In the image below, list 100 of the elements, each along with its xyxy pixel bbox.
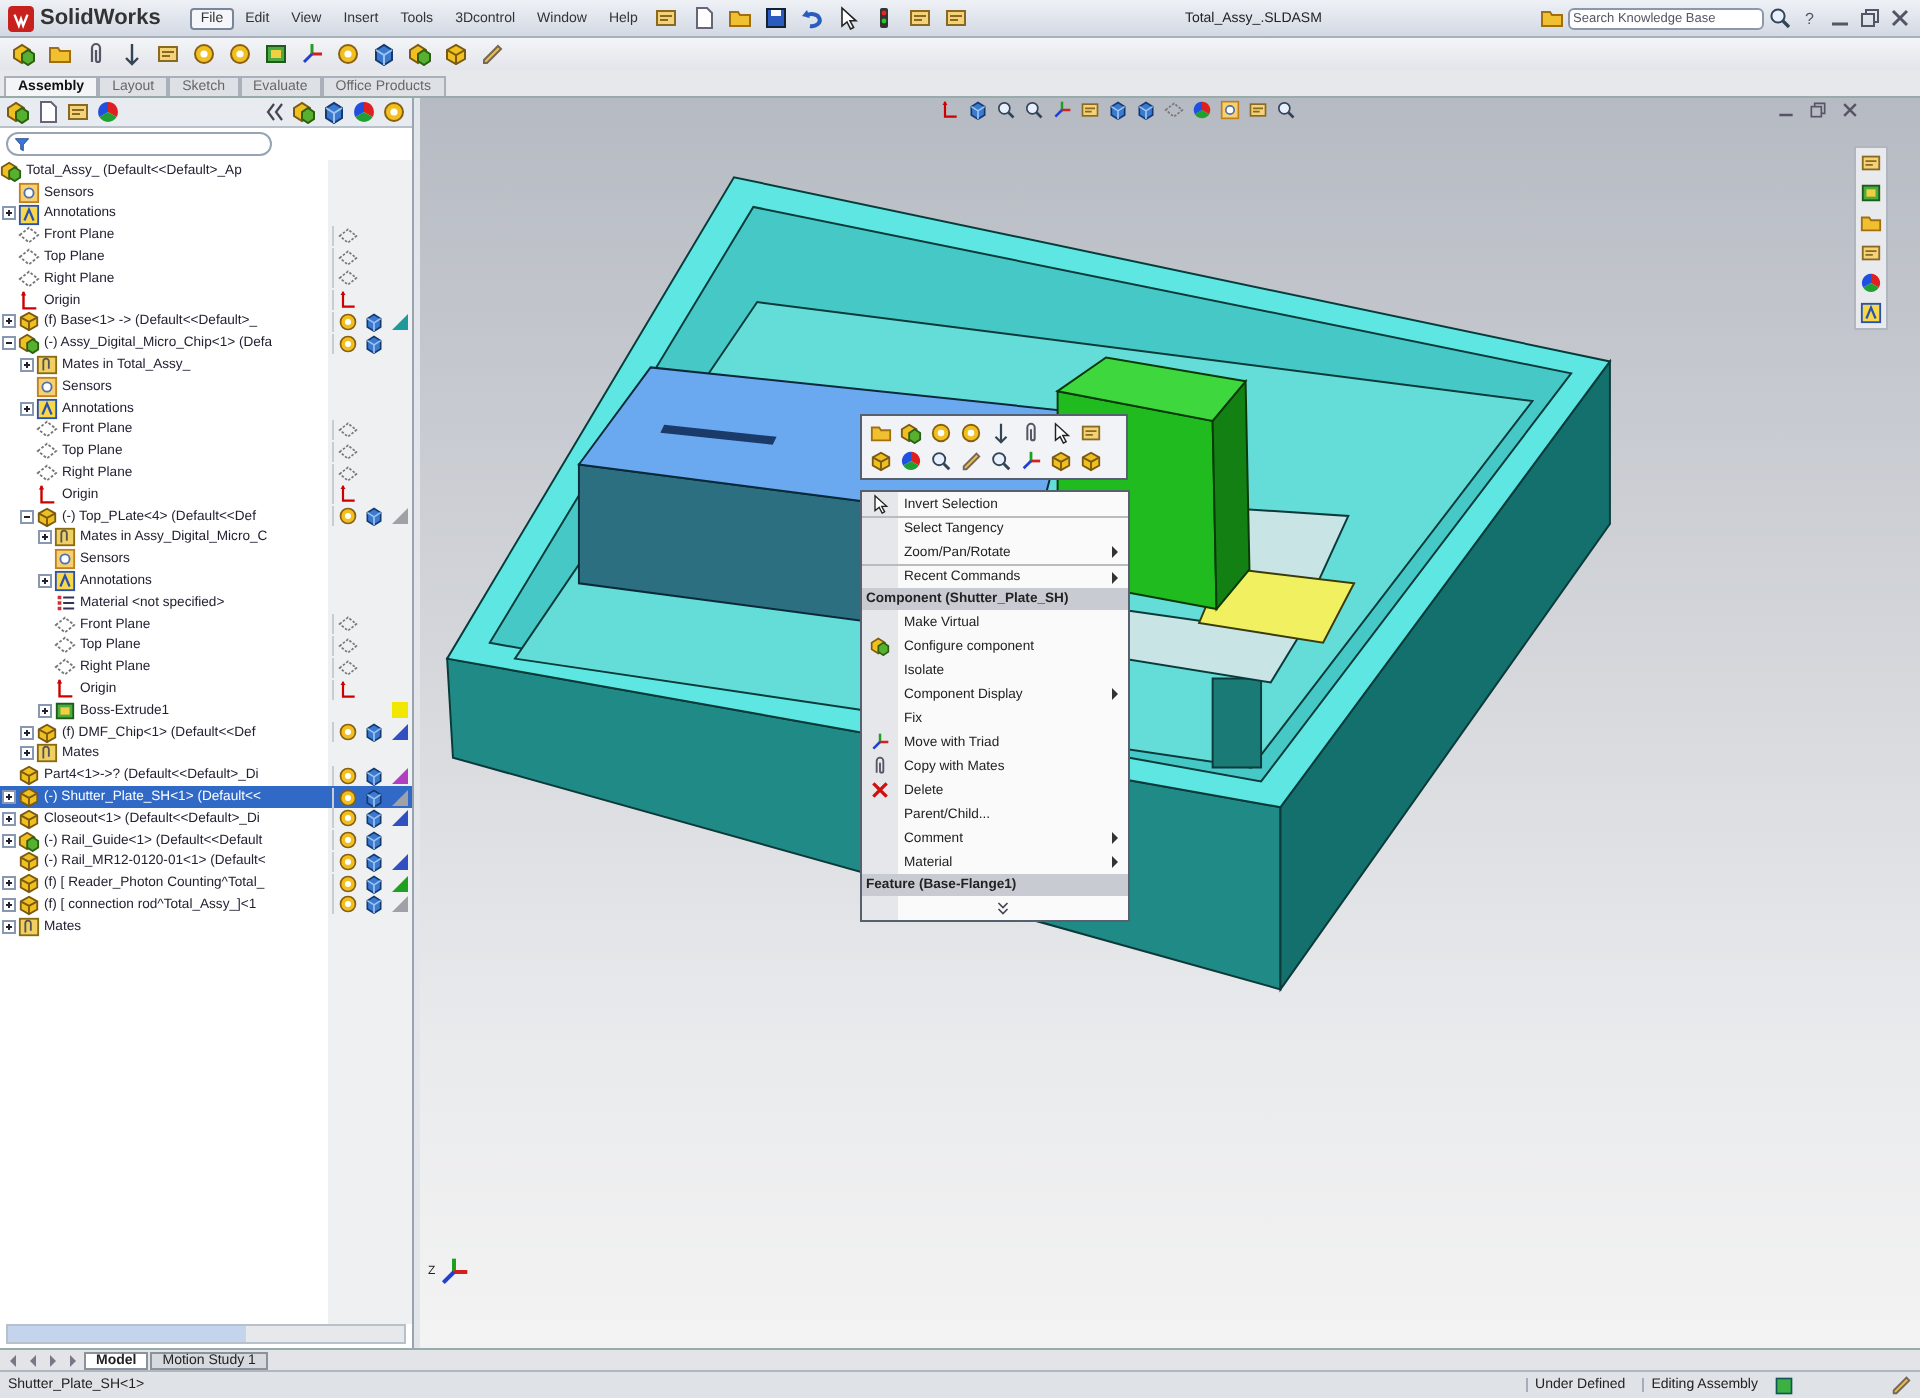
tool-icon[interactable] — [653, 6, 678, 30]
expand-toggle[interactable] — [2, 336, 16, 351]
zoom-icon[interactable] — [1276, 100, 1296, 120]
display-state-icon — [363, 873, 383, 894]
cube-icon[interactable] — [322, 100, 346, 124]
expand-toggle[interactable] — [2, 897, 16, 912]
sensor-icon[interactable] — [1220, 100, 1240, 120]
expand-toggle[interactable] — [2, 314, 16, 329]
search-icon[interactable] — [1767, 6, 1792, 30]
tool-icon[interactable] — [1860, 242, 1882, 264]
cube-icon[interactable] — [968, 100, 988, 120]
cube-icon[interactable] — [372, 42, 396, 66]
expand-toggle[interactable] — [38, 530, 52, 545]
configuration-icon — [337, 851, 357, 872]
gear-icon[interactable] — [192, 42, 216, 66]
part-icon[interactable] — [870, 450, 892, 472]
expand-toggle[interactable] — [2, 206, 16, 221]
zoom-icon[interactable] — [990, 450, 1012, 472]
gear-icon[interactable] — [382, 100, 406, 124]
part-icon[interactable] — [444, 42, 468, 66]
arrow-icon[interactable] — [120, 42, 144, 66]
zoom-icon[interactable] — [930, 450, 952, 472]
expand-toggle[interactable] — [2, 790, 16, 804]
expand-toggle[interactable] — [2, 833, 16, 848]
filter-field[interactable] — [6, 132, 272, 156]
gear-icon[interactable] — [960, 422, 982, 444]
part-icon[interactable] — [1080, 450, 1102, 472]
expand-toggle[interactable] — [2, 811, 16, 826]
feature-icon[interactable] — [1860, 182, 1882, 204]
triad-icon[interactable] — [300, 42, 324, 66]
expand-toggle[interactable] — [38, 703, 52, 718]
gear-icon[interactable] — [336, 42, 360, 66]
logo-icon — [8, 5, 34, 31]
document-icon[interactable] — [691, 6, 716, 30]
expand-toggle[interactable] — [20, 509, 34, 524]
tool-icon[interactable] — [156, 42, 180, 66]
origin-icon[interactable] — [940, 100, 960, 120]
tool-icon[interactable] — [1080, 100, 1100, 120]
expand-toggle[interactable] — [2, 919, 16, 934]
paperclip-icon[interactable] — [1020, 422, 1042, 444]
cube-icon[interactable] — [1108, 100, 1128, 120]
color-ball-icon[interactable] — [900, 450, 922, 472]
part-icon[interactable] — [1050, 450, 1072, 472]
save-icon[interactable] — [763, 6, 788, 30]
tool-icon[interactable] — [907, 6, 932, 30]
tool-icon[interactable] — [1860, 152, 1882, 174]
zoom-icon[interactable] — [1024, 100, 1044, 120]
configuration-tab-icon[interactable] — [66, 100, 90, 124]
color-ball-icon[interactable] — [1860, 272, 1882, 294]
tool-icon[interactable] — [1080, 422, 1102, 444]
submenu-arrow-icon — [1110, 546, 1120, 558]
restore-icon[interactable] — [1858, 6, 1882, 30]
gear-icon[interactable] — [930, 422, 952, 444]
expand-toggle[interactable] — [20, 746, 34, 761]
color-ball-icon[interactable] — [1192, 100, 1212, 120]
folder-icon[interactable] — [48, 42, 72, 66]
expand-toggle[interactable] — [38, 574, 52, 589]
triad-icon[interactable] — [1020, 450, 1042, 472]
annotation-icon[interactable] — [1860, 302, 1882, 324]
folder-icon[interactable] — [1860, 212, 1882, 234]
submenu-arrow-icon — [1110, 571, 1120, 583]
color-ball-icon[interactable] — [96, 100, 120, 124]
cube-icon[interactable] — [1136, 100, 1156, 120]
color-ball-icon[interactable] — [352, 100, 376, 124]
tool-icon[interactable] — [943, 6, 968, 30]
property-tab-icon[interactable] — [36, 100, 60, 124]
display-state-icon — [363, 333, 383, 354]
help-button[interactable]: ? — [1805, 9, 1814, 27]
gear-icon[interactable] — [228, 42, 252, 66]
close-icon[interactable] — [1888, 6, 1912, 30]
close-icon[interactable] — [1840, 100, 1860, 120]
assembly-icon[interactable] — [408, 42, 432, 66]
plane-icon — [54, 656, 76, 679]
arrow-icon[interactable] — [990, 422, 1012, 444]
configuration-icon — [337, 722, 357, 743]
chevron-icon[interactable] — [262, 100, 286, 124]
expand-toggle[interactable] — [20, 401, 34, 416]
zoom-icon[interactable] — [996, 100, 1016, 120]
submenu-arrow-icon — [1110, 688, 1120, 700]
undo-icon[interactable] — [799, 6, 824, 30]
cursor-icon[interactable] — [1050, 422, 1072, 444]
assembly-icon[interactable] — [900, 422, 922, 444]
cursor-icon[interactable] — [835, 6, 860, 30]
display-state-icon — [363, 830, 383, 851]
triad-icon[interactable] — [1052, 100, 1072, 120]
expand-toggle[interactable] — [20, 358, 34, 373]
folder-icon[interactable] — [870, 422, 892, 444]
feature-icon[interactable] — [264, 42, 288, 66]
plane-icon — [18, 224, 40, 247]
horizontal-scrollbar[interactable] — [6, 1324, 406, 1344]
restore-icon[interactable] — [1808, 100, 1828, 120]
expand-menu-icon[interactable] — [994, 899, 1012, 917]
tool-icon[interactable] — [1248, 100, 1268, 120]
folder-icon[interactable] — [727, 6, 752, 30]
configuration-icon — [337, 873, 357, 894]
expand-toggle[interactable] — [20, 725, 34, 740]
feature-tree-tab-icon[interactable] — [6, 100, 30, 124]
assembly-icon[interactable] — [292, 100, 316, 124]
expand-toggle[interactable] — [2, 876, 16, 891]
assembly-icon[interactable] — [12, 42, 36, 66]
